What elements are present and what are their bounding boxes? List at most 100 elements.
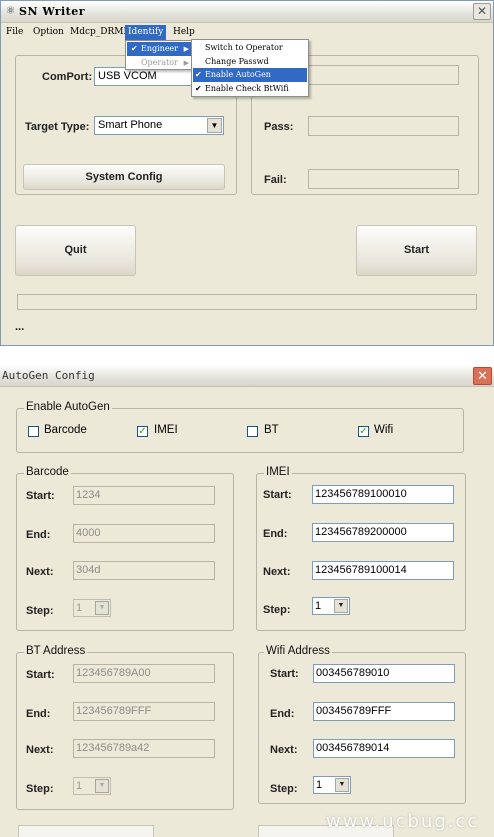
imei-start-input[interactable]: 123456789100010	[312, 485, 454, 504]
start-button[interactable]: Start	[356, 225, 477, 276]
barcode-checkbox-label: Barcode	[44, 424, 87, 436]
barcode-end-label: End:	[26, 529, 51, 541]
check-icon: ✔	[131, 44, 138, 53]
pass-label: Pass:	[264, 121, 294, 133]
check-icon: ✔	[195, 70, 202, 79]
enable-check-btwifi-label: Enable Check BtWifi	[205, 84, 289, 93]
submenu-arrow-icon: ▶	[183, 59, 189, 67]
barcode-step-value: 1	[76, 602, 83, 614]
menu-file[interactable]: File	[3, 25, 26, 40]
enable-autogen-label: Enable AutoGen	[205, 70, 271, 79]
app-icon: ⚛	[5, 5, 16, 17]
check-icon: ✔	[195, 84, 202, 93]
chevron-down-icon: ▼	[95, 601, 109, 615]
imei-step-value: 1	[315, 600, 322, 612]
bt-start-label: Start:	[26, 669, 55, 681]
autogen-config-window: AutoGen Config ✕ Enable AutoGen Barcode …	[0, 365, 494, 837]
bt-next-label: Next:	[26, 744, 54, 756]
imei-group-title: IMEI	[264, 466, 292, 478]
comport-value: USB VCOM	[98, 70, 157, 82]
imei-next-input[interactable]: 123456789100014	[312, 561, 454, 580]
menu-option[interactable]: Option	[30, 25, 67, 40]
target-type-value: Smart Phone	[98, 119, 163, 131]
chevron-down-icon[interactable]: ▼	[207, 118, 222, 133]
imei-step-select[interactable]: 1 ▼	[312, 597, 350, 615]
barcode-end-input[interactable]: 4000	[73, 524, 215, 543]
barcode-group-title: Barcode	[24, 466, 71, 478]
wifi-step-label: Step:	[270, 783, 298, 795]
barcode-checkbox[interactable]	[28, 426, 39, 437]
target-type-select[interactable]: Smart Phone ▼	[94, 116, 224, 135]
menu-item-engineer-label: Engineer	[141, 44, 179, 53]
window-title: AutoGen Config	[2, 369, 95, 382]
barcode-step-label: Step:	[26, 605, 54, 617]
bt-checkbox-label: BT	[264, 424, 279, 436]
menu-item-enable-autogen[interactable]: ✔ Enable AutoGen	[193, 68, 307, 82]
wifi-checkbox-label: Wifi	[374, 424, 394, 436]
menu-item-change-passwd[interactable]: Change Passwd	[193, 55, 307, 69]
menu-item-switch-operator[interactable]: Switch to Operator	[193, 41, 307, 55]
fail-field	[308, 169, 459, 189]
menu-item-engineer[interactable]: ✔ Engineer ▶	[127, 42, 193, 56]
window-title: SN Writer	[19, 5, 86, 18]
imei-checkbox-label: IMEI	[154, 424, 178, 436]
imei-start-label: Start:	[263, 489, 292, 501]
bt-checkbox[interactable]	[247, 426, 258, 437]
wifi-next-input[interactable]: 003456789014	[313, 739, 455, 758]
chevron-down-icon[interactable]: ▼	[335, 778, 349, 792]
wifi-address-group-title: Wifi Address	[264, 645, 332, 657]
chevron-down-icon: ▼	[95, 779, 109, 793]
menu-item-operator-label: Operator	[141, 58, 178, 67]
bt-next-input[interactable]: 123456789a42	[73, 739, 215, 758]
bottom-left-button[interactable]	[18, 825, 154, 837]
bt-step-select[interactable]: 1 ▼	[73, 777, 111, 795]
switch-operator-label: Switch to Operator	[205, 43, 283, 52]
barcode-start-input[interactable]: 1234	[73, 486, 215, 505]
change-passwd-label: Change Passwd	[205, 57, 269, 66]
quit-button[interactable]: Quit	[15, 225, 136, 276]
wifi-end-input[interactable]: 003456789FFF	[313, 702, 455, 721]
bt-step-label: Step:	[26, 783, 54, 795]
barcode-next-label: Next:	[26, 566, 54, 578]
menu-item-enable-check-btwifi[interactable]: ✔ Enable Check BtWifi	[193, 82, 307, 96]
wifi-next-label: Next:	[270, 744, 298, 756]
chevron-down-icon[interactable]: ▼	[334, 599, 348, 613]
bt-step-value: 1	[76, 780, 83, 792]
check-icon: ✓	[138, 426, 147, 437]
menu-item-operator[interactable]: Operator ▶	[127, 56, 193, 70]
close-button[interactable]: ✕	[473, 367, 492, 385]
wifi-start-input[interactable]: 003456789010	[313, 664, 455, 683]
bt-address-group-title: BT Address	[24, 645, 88, 657]
imei-checkbox[interactable]: ✓	[137, 426, 148, 437]
fail-label: Fail:	[264, 174, 287, 186]
menu-identify[interactable]: Identify	[125, 25, 167, 40]
close-icon: ✕	[476, 4, 488, 18]
target-type-label: Target Type:	[25, 121, 90, 133]
barcode-start-label: Start:	[26, 490, 55, 502]
bt-end-input[interactable]: 123456789FFF	[73, 702, 215, 721]
bt-start-input[interactable]: 123456789A00	[73, 664, 215, 683]
imei-end-input[interactable]: 123456789200000	[312, 523, 454, 542]
menu-help[interactable]: Help	[170, 25, 198, 40]
system-config-button[interactable]: System Config	[23, 164, 225, 190]
enable-autogen-title: Enable AutoGen	[24, 401, 112, 413]
wifi-step-value: 1	[316, 779, 323, 791]
imei-step-label: Step:	[263, 604, 291, 616]
close-icon: ✕	[477, 368, 488, 383]
engineer-submenu: Switch to Operator Change Passwd ✔ Enabl…	[191, 39, 309, 97]
wifi-step-select[interactable]: 1 ▼	[313, 776, 351, 794]
wifi-checkbox[interactable]: ✓	[358, 426, 369, 437]
check-icon: ✓	[359, 426, 368, 437]
barcode-next-input[interactable]: 304d	[73, 561, 215, 580]
pass-field	[308, 116, 459, 136]
barcode-step-select[interactable]: 1 ▼	[73, 599, 111, 617]
title-bar: AutoGen Config ✕	[0, 365, 494, 387]
sn-writer-window: ⚛ SN Writer ✕ File Option Mdcp_DRMKey Id…	[0, 0, 494, 346]
close-button[interactable]: ✕	[473, 3, 491, 20]
title-bar: ⚛ SN Writer ✕	[1, 1, 493, 23]
imei-next-label: Next:	[263, 566, 291, 578]
bt-end-label: End:	[26, 708, 51, 720]
submenu-arrow-icon: ▶	[183, 45, 189, 53]
imei-end-label: End:	[263, 528, 288, 540]
identify-menu: ✔ Engineer ▶ Operator ▶	[125, 40, 195, 70]
